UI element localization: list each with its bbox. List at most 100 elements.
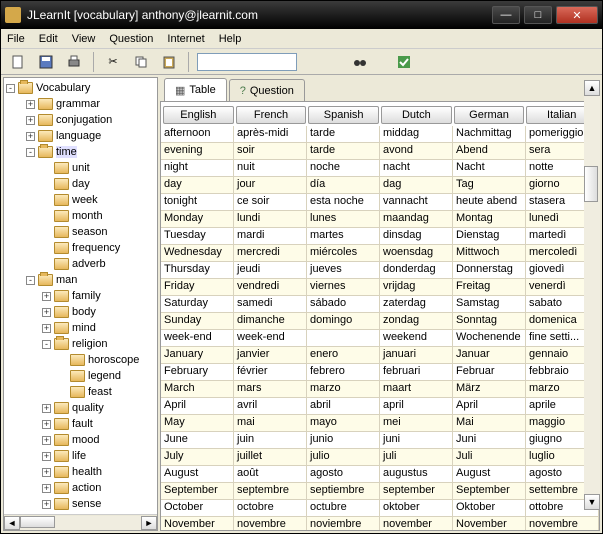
table-cell[interactable]: ce soir — [234, 194, 307, 210]
table-cell[interactable]: March — [161, 381, 234, 397]
table-cell[interactable]: sábado — [307, 296, 380, 312]
table-cell[interactable]: Freitag — [453, 279, 526, 295]
table-cell[interactable]: junio — [307, 432, 380, 448]
tree-item-label[interactable]: horoscope — [88, 354, 139, 366]
table-cell[interactable]: Mai — [453, 415, 526, 431]
menu-file[interactable]: File — [7, 33, 25, 45]
table-row[interactable]: afternoonaprès-miditardemiddagNachmittag… — [161, 126, 599, 143]
table-cell[interactable]: januari — [380, 347, 453, 363]
tree-item-label[interactable]: sense — [72, 498, 101, 510]
tree-root-label[interactable]: Vocabulary — [36, 82, 90, 94]
menu-view[interactable]: View — [72, 33, 96, 45]
menu-internet[interactable]: Internet — [167, 33, 204, 45]
table-cell[interactable]: Sunday — [161, 313, 234, 329]
table-cell[interactable]: tarde — [307, 143, 380, 159]
table-cell[interactable]: vannacht — [380, 194, 453, 210]
tree-item-label[interactable]: fault — [72, 418, 93, 430]
table-cell[interactable]: January — [161, 347, 234, 363]
table-row[interactable]: SundaydimanchedomingozondagSonntagdomeni… — [161, 313, 599, 330]
table-cell[interactable]: Dienstag — [453, 228, 526, 244]
table-row[interactable]: SaturdaysamedisábadozaterdagSamstagsabat… — [161, 296, 599, 313]
table-cell[interactable]: dimanche — [234, 313, 307, 329]
tree-item-label[interactable]: adverb — [72, 258, 106, 270]
tree-item[interactable]: +grammar — [4, 96, 157, 112]
table-cell[interactable]: Mittwoch — [453, 245, 526, 261]
tree-item[interactable]: +sense — [4, 496, 157, 512]
table-cell[interactable]: noviembre — [307, 517, 380, 530]
cut-icon[interactable]: ✂ — [102, 51, 124, 73]
toggle-icon[interactable]: + — [42, 452, 51, 461]
table-cell[interactable]: april — [380, 398, 453, 414]
tree-item[interactable]: horoscope — [4, 352, 157, 368]
table-cell[interactable]: enero — [307, 347, 380, 363]
tree-item-label[interactable]: language — [56, 130, 101, 142]
table-row[interactable]: tonightce soiresta nochevannachtheute ab… — [161, 194, 599, 211]
tree-item[interactable]: month — [4, 208, 157, 224]
tree-item[interactable]: +quality — [4, 400, 157, 416]
table-cell[interactable]: July — [161, 449, 234, 465]
tree-item-label[interactable]: time — [56, 146, 77, 158]
tree-item[interactable]: +mind — [4, 320, 157, 336]
table-row[interactable]: FridayvendrediviernesvrijdagFreitagvener… — [161, 279, 599, 296]
scroll-thumb[interactable] — [20, 516, 55, 528]
tree-item-label[interactable]: month — [72, 210, 103, 222]
table-cell[interactable]: evening — [161, 143, 234, 159]
table-cell[interactable]: Tuesday — [161, 228, 234, 244]
table-cell[interactable]: vrijdag — [380, 279, 453, 295]
table-cell[interactable]: April — [161, 398, 234, 414]
table-cell[interactable]: septembre — [234, 483, 307, 499]
table-cell[interactable]: Samstag — [453, 296, 526, 312]
table-cell[interactable]: August — [453, 466, 526, 482]
tree-item-label[interactable]: season — [72, 226, 107, 238]
table-cell[interactable]: juin — [234, 432, 307, 448]
toggle-icon[interactable]: + — [42, 420, 51, 429]
table-cell[interactable]: woensdag — [380, 245, 453, 261]
column-header[interactable]: English — [163, 106, 234, 124]
close-button[interactable]: ✕ — [556, 6, 598, 24]
table-cell[interactable]: week-end — [234, 330, 307, 346]
table-cell[interactable]: lundi — [234, 211, 307, 227]
table-row[interactable]: MondaylundilunesmaandagMontaglunedì — [161, 211, 599, 228]
table-row[interactable]: OctoberoctobreoctubreoktoberOktoberottob… — [161, 500, 599, 517]
scroll-right-icon[interactable]: ► — [141, 516, 157, 530]
titlebar[interactable]: JLearnIt [vocabulary] anthony@jlearnit.c… — [1, 1, 602, 29]
tree-item[interactable]: frequency — [4, 240, 157, 256]
tree-item-label[interactable]: life — [72, 450, 86, 462]
table-cell[interactable]: Friday — [161, 279, 234, 295]
table-cell[interactable]: Wochenende — [453, 330, 526, 346]
table-cell[interactable]: August — [161, 466, 234, 482]
tree-item-label[interactable]: quality — [72, 402, 104, 414]
toggle-icon[interactable]: + — [42, 292, 51, 301]
table-cell[interactable]: donderdag — [380, 262, 453, 278]
toggle-icon[interactable]: + — [26, 116, 35, 125]
table-cell[interactable]: afternoon — [161, 126, 234, 142]
tree-item-label[interactable]: unit — [72, 162, 90, 174]
tab-question[interactable]: ?Question — [229, 79, 305, 101]
binoculars-icon[interactable] — [349, 51, 371, 73]
table-cell[interactable]: jour — [234, 177, 307, 193]
table-cell[interactable]: weekend — [380, 330, 453, 346]
table-cell[interactable]: novembre — [526, 517, 599, 530]
tree-item[interactable]: feast — [4, 384, 157, 400]
new-icon[interactable] — [7, 51, 29, 73]
tree[interactable]: -Vocabulary+grammar+conjugation+language… — [4, 78, 157, 514]
tree-item[interactable]: -religion — [4, 336, 157, 352]
column-header[interactable]: Spanish — [308, 106, 379, 124]
table-cell[interactable]: novembre — [234, 517, 307, 530]
tree-item[interactable]: +health — [4, 464, 157, 480]
table-row[interactable]: ThursdayjeudijuevesdonderdagDonnerstaggi… — [161, 262, 599, 279]
table-cell[interactable]: middag — [380, 126, 453, 142]
table-cell[interactable]: mayo — [307, 415, 380, 431]
tree-item[interactable]: day — [4, 176, 157, 192]
column-header[interactable]: French — [236, 106, 307, 124]
table-cell[interactable]: mercredi — [234, 245, 307, 261]
table-row[interactable]: week-endweek-endweekendWochenendefine se… — [161, 330, 599, 347]
tree-item[interactable]: legend — [4, 368, 157, 384]
table-cell[interactable]: November — [161, 517, 234, 530]
menu-question[interactable]: Question — [109, 33, 153, 45]
scroll-up-icon[interactable]: ▲ — [584, 80, 600, 96]
table-cell[interactable]: Saturday — [161, 296, 234, 312]
save-icon[interactable] — [35, 51, 57, 73]
tree-item[interactable]: -man — [4, 272, 157, 288]
table-cell[interactable]: März — [453, 381, 526, 397]
